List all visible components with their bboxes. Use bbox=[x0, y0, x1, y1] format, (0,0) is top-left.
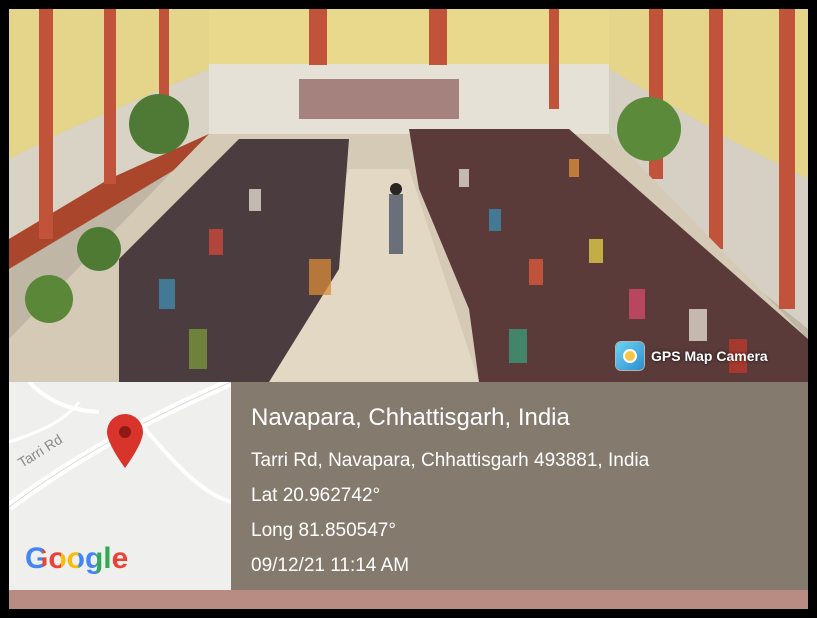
location-info-panel: Tarri Rd Google Navapara, Chhattisgarh, … bbox=[9, 382, 808, 590]
datetime-line: 09/12/21 11:14 AM bbox=[251, 555, 410, 576]
location-title: Navapara, Chhattisgarh, India bbox=[251, 404, 570, 431]
google-logo: Google bbox=[25, 542, 128, 576]
camera-lens-icon bbox=[616, 342, 644, 370]
address-line: Tarri Rd, Navapara, Chhattisgarh 493881,… bbox=[251, 450, 650, 471]
photo-frame: GPS Map Camera Tarri Rd Google Navapara,… bbox=[9, 9, 808, 609]
app-label: GPS Map Camera bbox=[651, 348, 768, 364]
location-details: Navapara, Chhattisgarh, India Tarri Rd, … bbox=[231, 382, 808, 590]
longitude-line: Long 81.850547° bbox=[251, 520, 396, 541]
google-logo-text: Google bbox=[25, 542, 129, 575]
latitude-line: Lat 20.962742° bbox=[251, 485, 381, 506]
map-pin-icon bbox=[107, 414, 143, 468]
gps-map-camera-badge: GPS Map Camera bbox=[616, 342, 768, 370]
map-thumbnail: Tarri Rd Google bbox=[9, 382, 231, 590]
